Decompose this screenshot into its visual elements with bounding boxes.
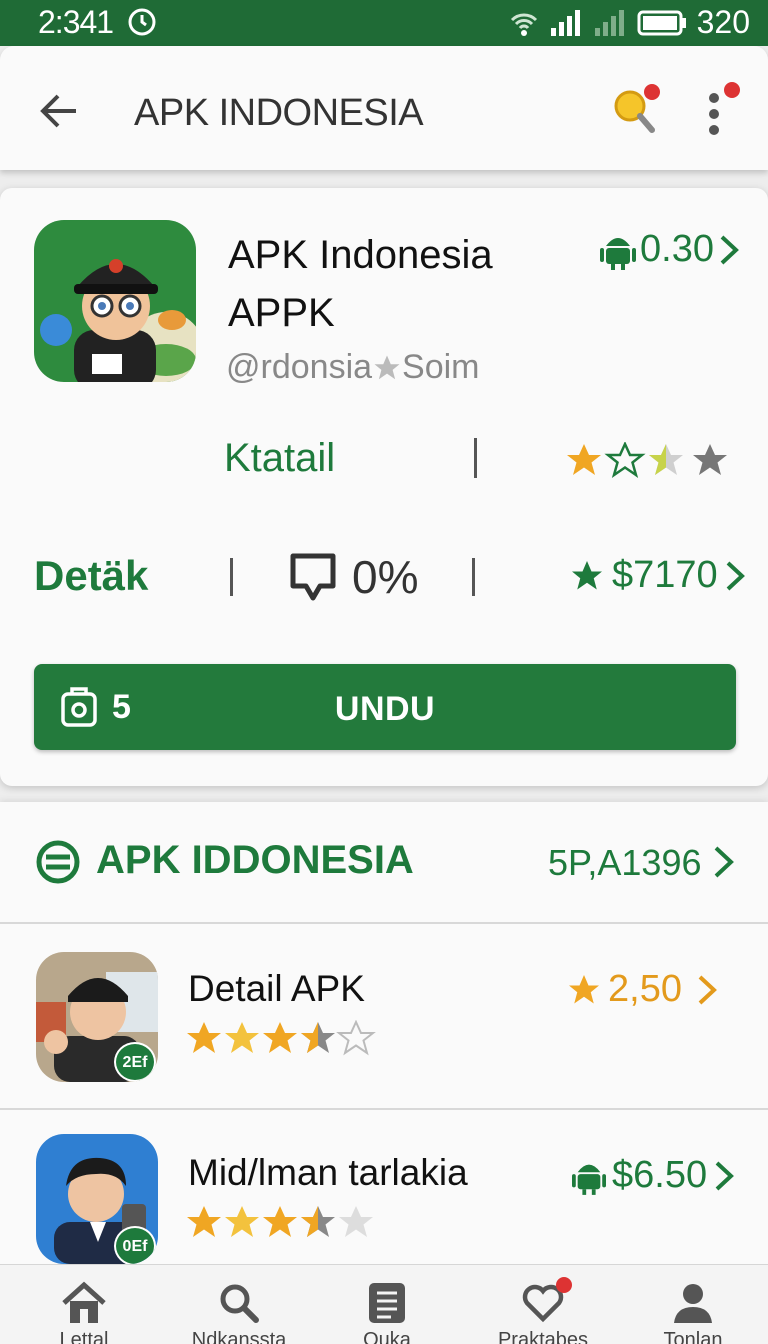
nav-item-favorites[interactable]: Praktabes (468, 1265, 618, 1344)
chevron-right-icon (698, 975, 717, 1004)
status-time: 2:341 (38, 4, 114, 40)
item-name: Detail APK (188, 968, 365, 1009)
developer-name: @rdonsia (226, 348, 373, 386)
chevron-right-icon (715, 1161, 735, 1190)
star-icon (569, 974, 599, 1003)
download-label: UNDU (334, 690, 436, 728)
section-title: APK IDDONESIA (96, 838, 414, 882)
home-icon (62, 1281, 106, 1323)
rating-stars (567, 442, 727, 478)
app-bar-title: APK INDONESIA (134, 92, 424, 134)
app-name: APK Indonesia APPK (228, 226, 493, 342)
divider (474, 438, 477, 478)
chevron-right-icon (720, 235, 739, 264)
nav-label: Praktabes (497, 1329, 589, 1344)
percent-stat: 0% (288, 550, 418, 604)
item-name: Mid/lman tarlakia (188, 1152, 468, 1193)
signal-icon (550, 9, 580, 36)
comment-icon (290, 553, 336, 601)
signal-2-icon (594, 9, 624, 36)
bottom-navigation: Lettal Ndkanssta Quka Praktabes Tonlan (0, 1264, 768, 1344)
wifi-icon (510, 13, 537, 36)
app-detail-card: APK Indonesia APPK 0.30 @rdonsia Soim Kt… (0, 188, 768, 786)
item-price-value: $6.50 (612, 1154, 708, 1196)
chevron-right-icon (726, 561, 745, 590)
list-item[interactable]: 2Ef Detail APK 2,50 (0, 924, 768, 1110)
section-icon (36, 840, 80, 884)
item-rating-stars (187, 1020, 376, 1056)
app-icon (34, 220, 196, 382)
item-badge: 2Ef (114, 1042, 156, 1082)
notification-badge (556, 1277, 572, 1293)
developer-suffix: Soim (402, 348, 480, 386)
more-options-button[interactable] (700, 82, 740, 149)
percent-value: 0% (352, 551, 419, 603)
item-avatar: 2Ef (36, 952, 158, 1082)
chevron-right-icon (714, 846, 734, 878)
item-price-value: 2,50 (608, 968, 682, 1010)
item-price[interactable]: $6.50 (572, 1154, 735, 1197)
status-bar: 2:341 320 (0, 0, 768, 46)
search-button[interactable] (610, 84, 660, 141)
nav-item-home[interactable]: Lettal (9, 1265, 159, 1344)
detail-label[interactable]: Detäk (34, 552, 148, 600)
status-indicators: 320 (509, 4, 750, 41)
section-header[interactable]: APK IDDONESIA 5P,A1396 (0, 802, 768, 924)
app-name-line2: APPK (228, 291, 335, 335)
android-icon (600, 237, 636, 270)
nav-item-search[interactable]: Ndkanssta (164, 1265, 314, 1344)
nav-label: Quka (363, 1329, 411, 1344)
app-name-line1: APK Indonesia (228, 233, 493, 277)
divider (230, 558, 233, 596)
star-icon (374, 355, 400, 379)
nav-label: Lettal (59, 1329, 109, 1344)
battery-level: 320 (696, 4, 750, 40)
alarm-icon (128, 8, 156, 36)
android-icon (572, 1164, 606, 1195)
notification-badge (644, 84, 660, 100)
nav-label: Tonlan (663, 1329, 723, 1344)
download-button[interactable]: 5 UNDU (34, 664, 736, 750)
item-price[interactable]: 2,50 (566, 968, 718, 1011)
item-rating-stars (187, 1206, 373, 1237)
size-price-value: $7170 (612, 554, 718, 596)
app-price[interactable]: 0.30 (600, 228, 740, 271)
battery-icon (637, 10, 686, 35)
divider (472, 558, 475, 596)
category-label[interactable]: Ktatail (224, 436, 335, 481)
item-avatar: 0Ef (36, 1134, 158, 1264)
item-badge: 0Ef (114, 1226, 156, 1264)
search-icon (220, 1284, 259, 1323)
nav-item-list[interactable]: Quka (312, 1265, 462, 1344)
notification-badge (724, 82, 740, 98)
star-icon (572, 560, 602, 589)
person-icon (674, 1284, 712, 1323)
section-count: 5P,A1396 (548, 842, 702, 883)
back-arrow-icon[interactable] (38, 90, 80, 132)
nav-label: Ndkanssta (191, 1329, 287, 1344)
developer-line[interactable]: @rdonsia Soim (226, 348, 480, 387)
app-price-value: 0.30 (640, 228, 714, 270)
app-bar: APK INDONESIA (0, 46, 768, 170)
app-list-panel: APK IDDONESIA 5P,A1396 2Ef Detail APK 2,… (0, 802, 768, 1296)
list-icon (369, 1283, 405, 1323)
size-price[interactable]: $7170 (568, 554, 746, 597)
nav-item-profile[interactable]: Tonlan (618, 1265, 768, 1344)
app-icon-image (34, 220, 196, 382)
